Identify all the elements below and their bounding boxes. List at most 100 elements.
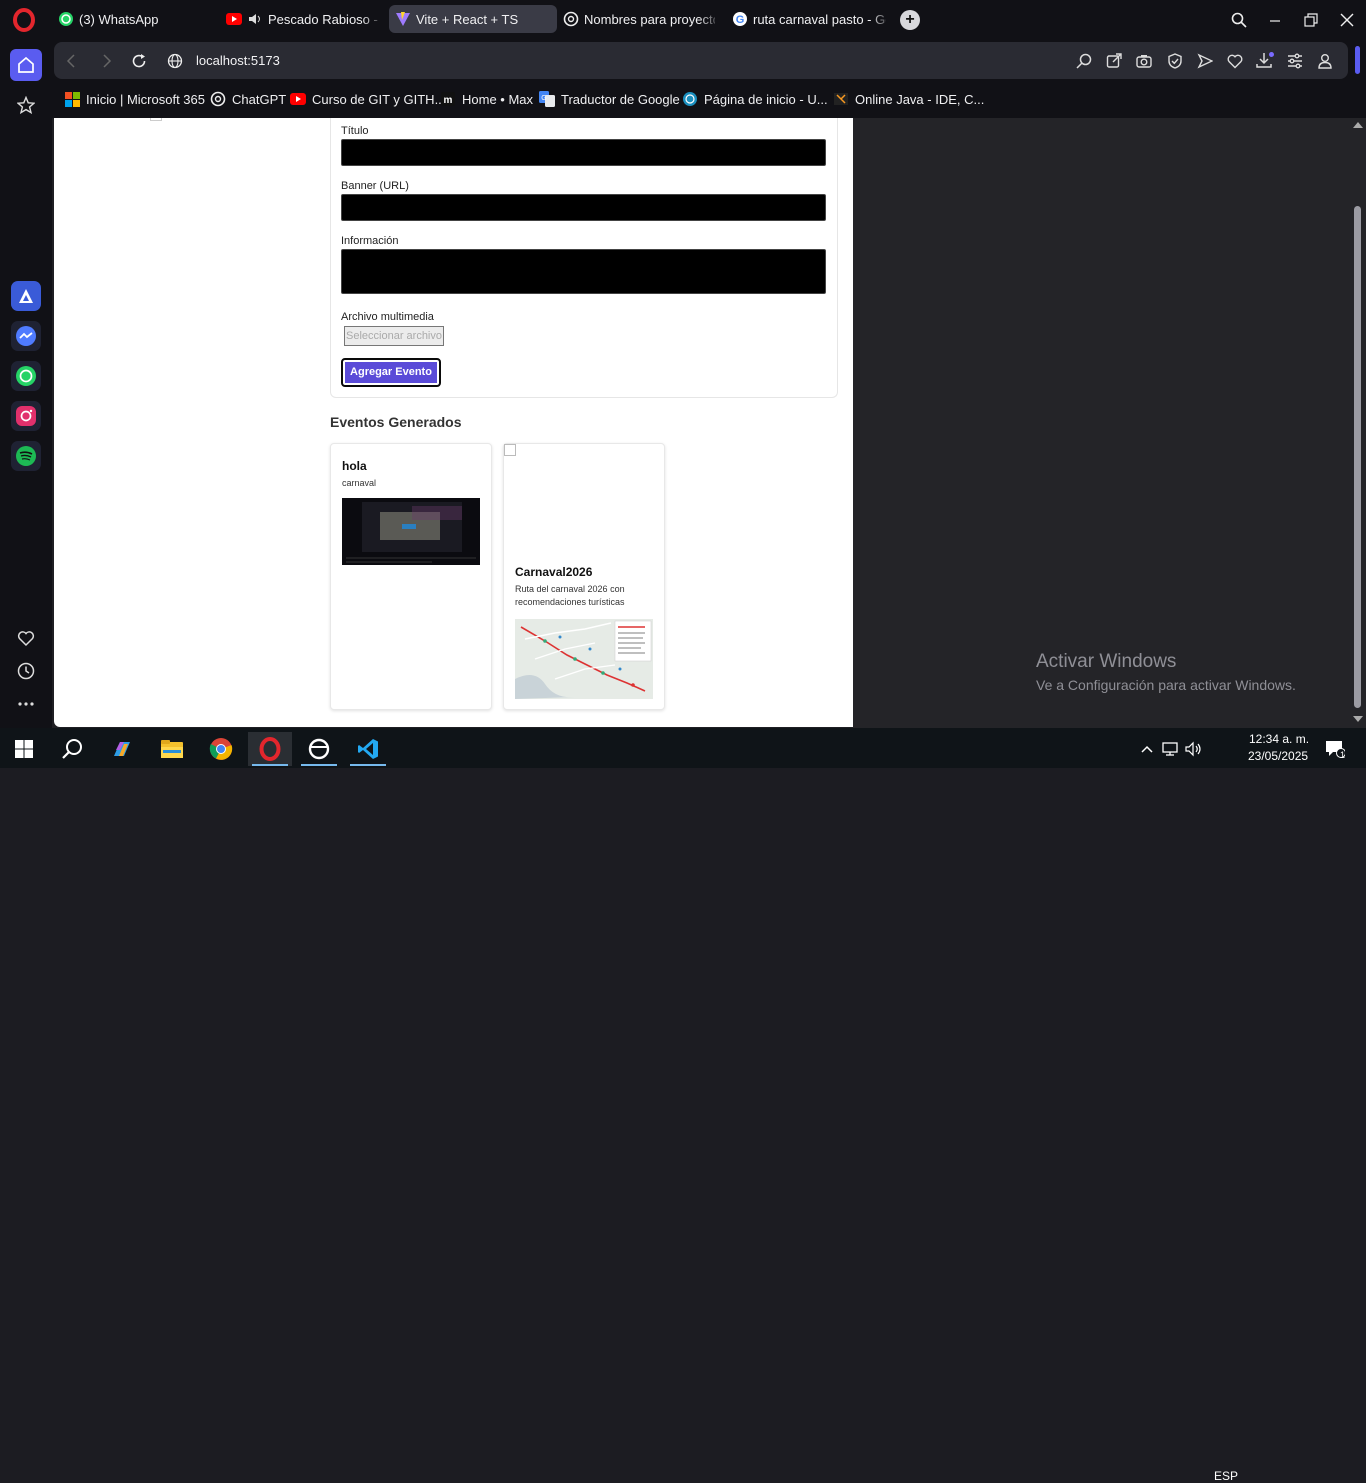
web-page: Título Banner (URL) Información Archivo …: [54, 118, 853, 727]
bookmark-label: Página de inicio - U...: [704, 91, 828, 107]
add-event-button[interactable]: Agregar Evento: [341, 358, 441, 387]
spotify-icon[interactable]: [11, 441, 41, 471]
java-icon: [833, 91, 849, 107]
whatsapp-icon[interactable]: [11, 361, 41, 391]
bookmark-traductor[interactable]: G Traductor de Google: [539, 90, 680, 108]
camera-icon[interactable]: [1135, 52, 1153, 70]
scrollbar-thumb[interactable]: [1354, 206, 1361, 708]
tab-pescado-rabioso[interactable]: Pescado Rabioso - Cemento: [220, 5, 384, 33]
bookmark-label: Traductor de Google: [561, 91, 680, 107]
sidebar: [0, 40, 52, 728]
tab-title: Vite + React + TS: [416, 11, 519, 27]
openai-icon: [210, 91, 226, 107]
reload-icon[interactable]: [130, 52, 148, 70]
profile-icon[interactable]: [1316, 52, 1334, 70]
close-icon[interactable]: [1335, 8, 1359, 32]
messenger-icon[interactable]: [11, 321, 41, 351]
search-tabs-icon[interactable]: [1227, 8, 1251, 32]
info-textarea[interactable]: [341, 249, 826, 294]
heart-icon[interactable]: [1226, 52, 1244, 70]
select-file-button[interactable]: Seleccionar archivo: [344, 326, 444, 346]
share-icon[interactable]: [1105, 52, 1123, 70]
language-indicator[interactable]: ESP: [1214, 1469, 1238, 1483]
tab-vite-react[interactable]: Vite + React + TS: [389, 5, 557, 33]
bookmark-pagina-inicio[interactable]: Página de inicio - U...: [682, 90, 828, 108]
opera-gx-icon[interactable]: [297, 732, 341, 766]
home-icon[interactable]: [10, 49, 42, 81]
route-map-thumbnail: [515, 619, 653, 699]
tray-chevron-icon[interactable]: [1137, 732, 1157, 766]
new-tab-button[interactable]: +: [900, 10, 920, 30]
banner-url-input[interactable]: [341, 194, 826, 221]
translate-icon: G: [539, 91, 555, 107]
heart-icon[interactable]: [10, 622, 42, 654]
taskbar: ESP: [0, 728, 1366, 1483]
bookmark-max[interactable]: m Home • Max: [440, 90, 533, 108]
star-icon[interactable]: [10, 89, 42, 121]
bookmark-curso-git[interactable]: Curso de GIT y GITH...: [290, 90, 445, 108]
opera-taskbar-icon[interactable]: [248, 732, 292, 766]
clock-time[interactable]: 12:34 a. m.: [1249, 732, 1309, 746]
find-icon[interactable]: [1075, 52, 1093, 70]
event-description: Ruta del carnaval 2026 con recomendacion…: [515, 584, 625, 607]
google-icon: G: [732, 11, 748, 27]
svg-text:G: G: [541, 95, 546, 102]
globe-icon[interactable]: [166, 52, 184, 70]
event-card[interactable]: Carnaval2026 Ruta del carnaval 2026 con …: [503, 443, 665, 710]
restore-icon[interactable]: [1299, 8, 1323, 32]
address-bar: localhost:5173: [52, 40, 1366, 80]
info-label: Información: [341, 235, 399, 247]
download-icon[interactable]: [1256, 52, 1274, 70]
browser-viewport: Título Banner (URL) Información Archivo …: [52, 118, 1366, 728]
event-media-thumbnail: [342, 498, 480, 565]
whatsapp-icon: [58, 11, 74, 27]
url-field[interactable]: localhost:5173: [196, 53, 280, 68]
bookmark-label: ChatGPT: [232, 91, 287, 107]
file-explorer-icon[interactable]: [150, 732, 194, 766]
instagram-icon[interactable]: [11, 401, 41, 431]
forward-icon[interactable]: [98, 52, 116, 70]
max-icon: m: [440, 91, 456, 107]
globe-icon: [682, 91, 698, 107]
minimize-icon[interactable]: [1263, 8, 1287, 32]
easy-setup-icon[interactable]: [1286, 52, 1304, 70]
more-icon[interactable]: [10, 688, 42, 720]
vite-icon: [395, 11, 411, 27]
title-input[interactable]: [341, 139, 826, 166]
notification-count: 1: [1340, 750, 1346, 760]
tab-nombres-proyecto[interactable]: Nombres para proyecto Carnaval: [557, 5, 721, 33]
history-icon[interactable]: [10, 655, 42, 687]
vscode-icon[interactable]: [346, 732, 390, 766]
youtube-icon: [290, 91, 306, 107]
flow-icon[interactable]: [1196, 52, 1214, 70]
bookmarks-bar: Inicio | Microsoft 365 ChatGPT Curso de …: [52, 80, 1366, 118]
volume-icon[interactable]: [1183, 732, 1205, 766]
bookmark-online-java[interactable]: Online Java - IDE, C...: [833, 90, 984, 108]
copilot-icon[interactable]: [100, 732, 144, 766]
youtube-icon: [226, 11, 242, 27]
bookmark-label: Curso de GIT y GITH...: [312, 91, 446, 107]
scrollbar[interactable]: [1350, 118, 1366, 728]
tab-title: ruta carnaval pasto - Google: [753, 11, 886, 27]
tab-ruta-carnaval[interactable]: G ruta carnaval pasto - Google: [726, 5, 892, 33]
opera-logo-icon[interactable]: [12, 8, 36, 32]
broken-image-icon: [504, 444, 516, 456]
event-card[interactable]: hola carnaval: [330, 443, 492, 710]
bookmark-microsoft365[interactable]: Inicio | Microsoft 365: [64, 90, 205, 108]
event-description: carnaval: [342, 478, 377, 488]
bookmark-label: Home • Max: [462, 91, 534, 107]
windows-start-icon[interactable]: [2, 732, 46, 766]
bookmark-chatgpt[interactable]: ChatGPT: [210, 90, 286, 108]
network-icon[interactable]: [1160, 732, 1182, 766]
search-icon[interactable]: [50, 732, 94, 766]
aria-icon[interactable]: [11, 281, 41, 311]
chrome-icon[interactable]: [199, 732, 243, 766]
back-icon[interactable]: [62, 52, 80, 70]
bookmark-label: Online Java - IDE, C...: [855, 91, 985, 107]
notifications-icon[interactable]: [1320, 732, 1350, 766]
shield-icon[interactable]: [1166, 52, 1184, 70]
tab-whatsapp[interactable]: (3) WhatsApp: [52, 5, 212, 33]
tab-title: (3) WhatsApp: [79, 11, 159, 27]
openai-icon: [563, 11, 579, 27]
clock-date[interactable]: 23/05/2025: [1248, 749, 1308, 763]
